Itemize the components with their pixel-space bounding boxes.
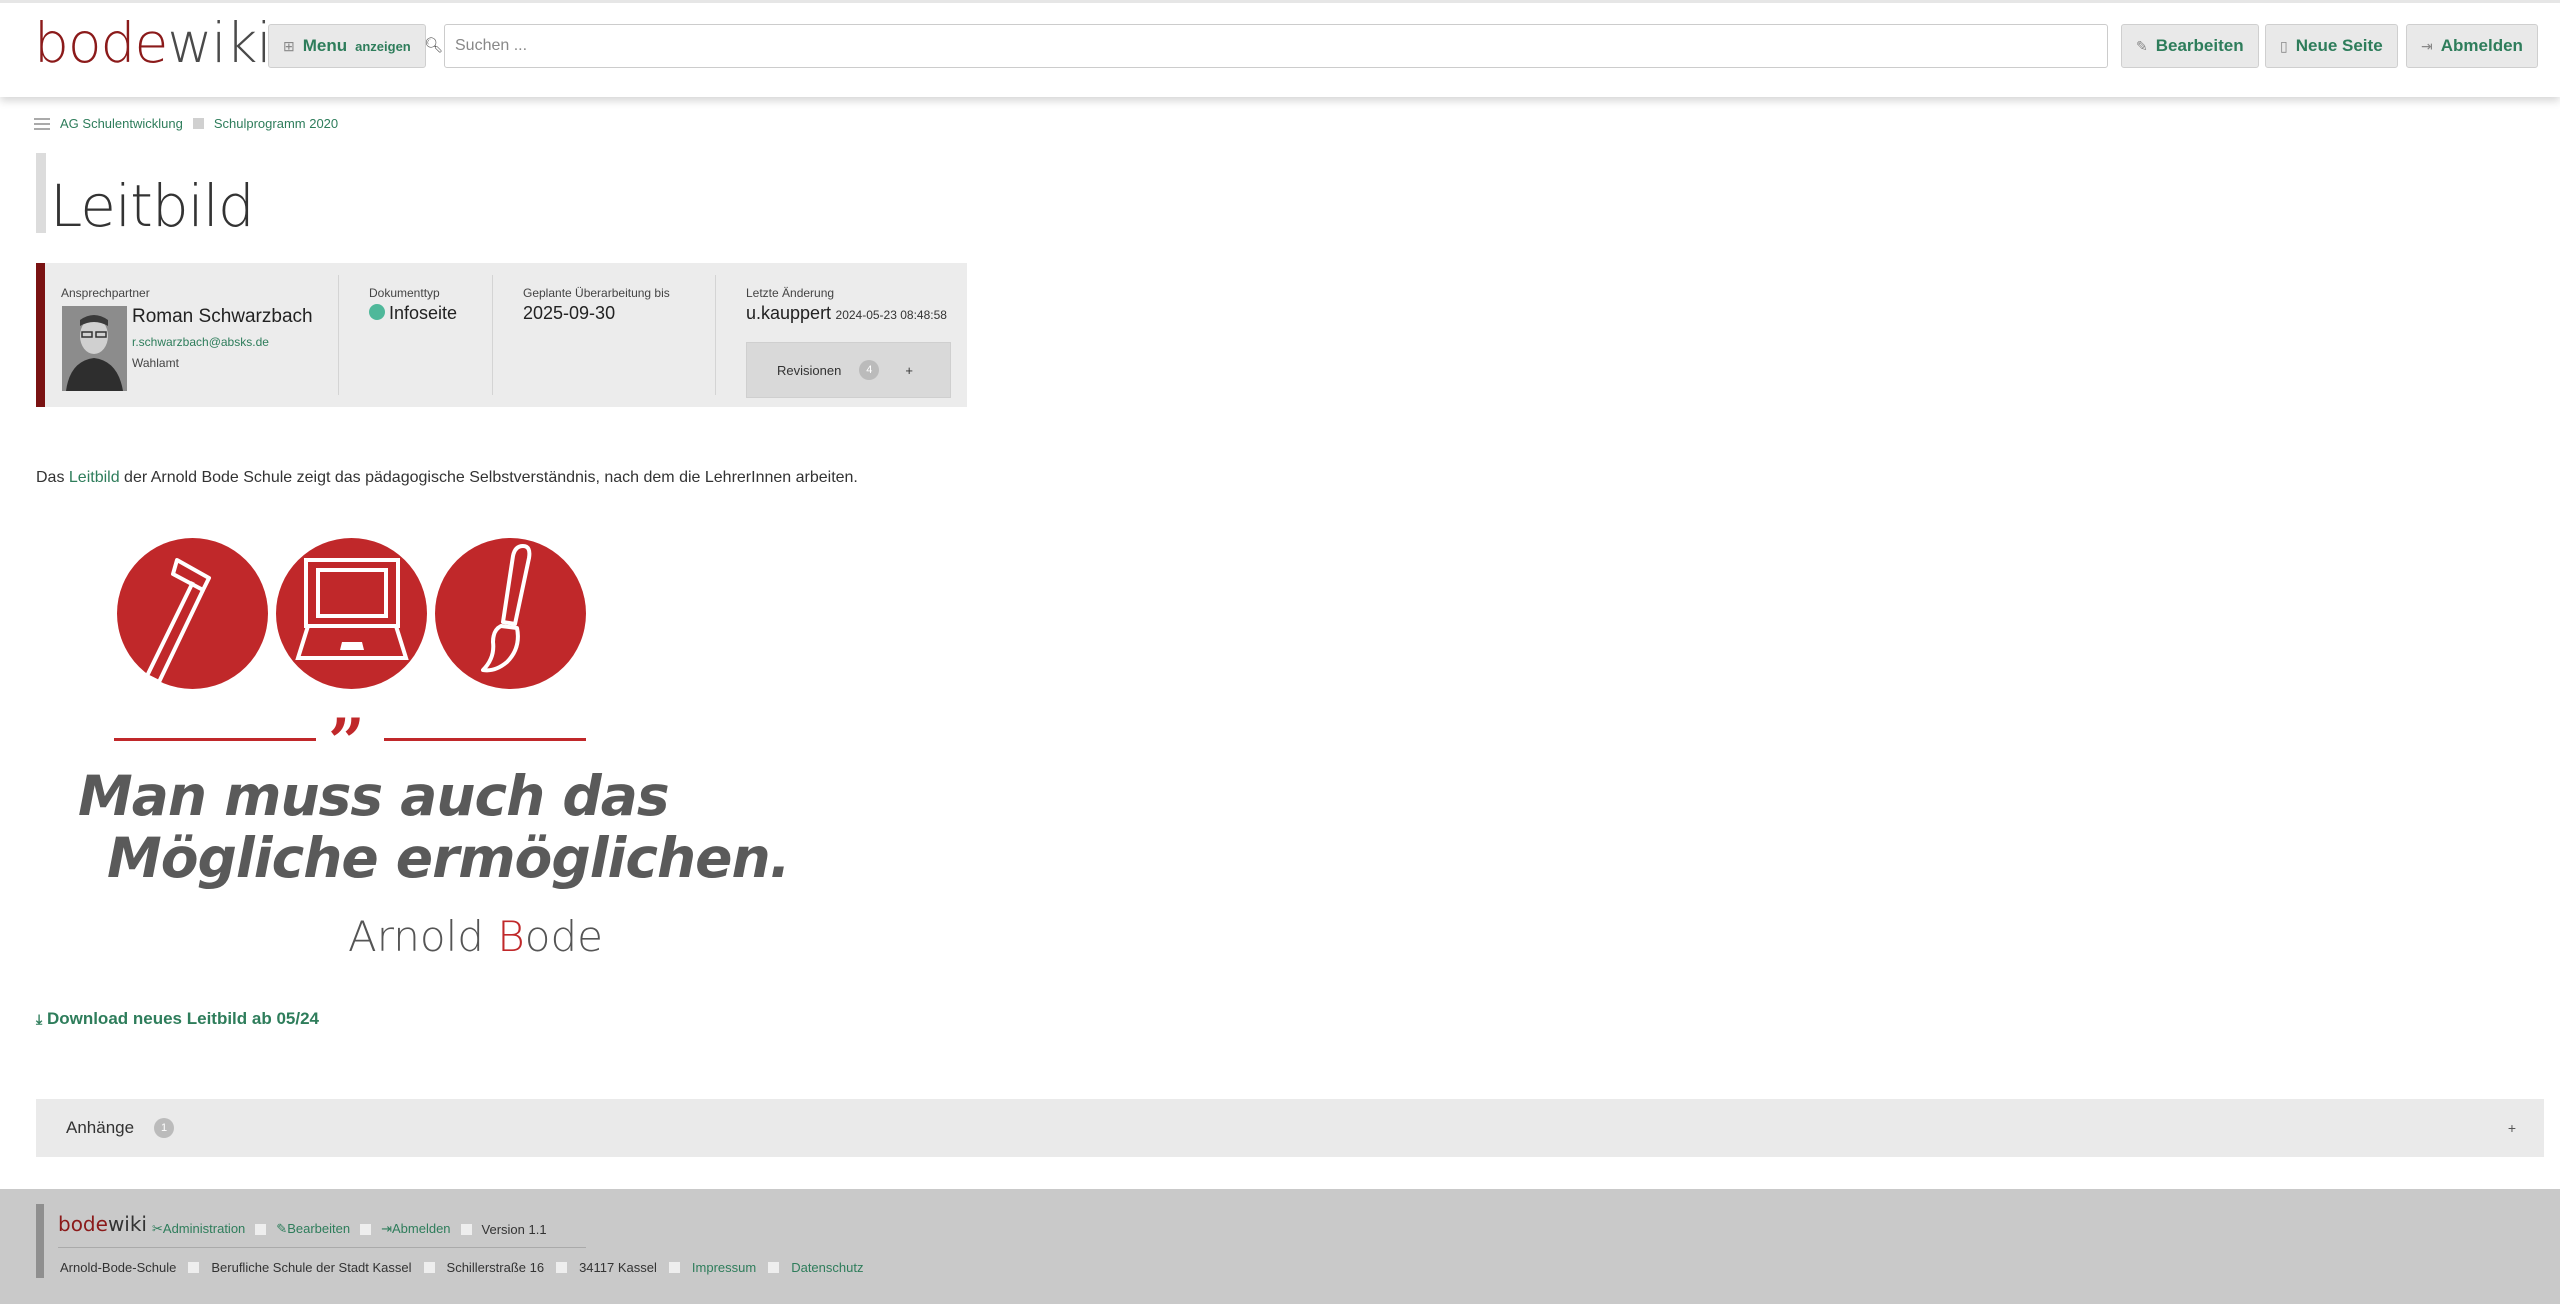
revisions-count-badge: 4	[859, 360, 880, 380]
edit-button[interactable]: ✎ Bearbeiten	[2121, 24, 2259, 68]
new-page-button[interactable]: ▯ Neue Seite	[2265, 24, 2398, 68]
separator-icon	[556, 1262, 568, 1273]
separator-icon	[360, 1223, 372, 1235]
review-label: Geplante Überarbeitung bis	[523, 286, 670, 300]
revisions-button[interactable]: Revisionen 4 +	[746, 342, 951, 398]
contact-role: Wahlamt	[132, 356, 179, 370]
school-type: Berufliche Schule der Stadt Kassel	[211, 1260, 412, 1275]
search-icon: 🔍︎	[424, 36, 444, 54]
datenschutz-link[interactable]: Datenschutz	[791, 1260, 863, 1275]
separator-icon	[423, 1262, 435, 1273]
top-navbar: bodewiki ⊞ Menu anzeigen 🔍︎ ✎ Bearbeiten…	[0, 0, 2560, 97]
attachments-count-badge: 1	[154, 1118, 175, 1138]
separator-icon	[668, 1262, 680, 1273]
search-input[interactable]	[444, 24, 2108, 68]
download-icon: ⤓	[36, 1011, 43, 1027]
edit-icon: ✎	[2136, 37, 2148, 54]
download-link[interactable]: ⤓ Download neues Leitbild ab 05/24	[36, 1009, 319, 1029]
sign-out-icon: ⇥	[2421, 37, 2433, 54]
file-icon: ▯	[2280, 37, 2288, 54]
expand-plus-icon[interactable]: +	[2508, 1120, 2516, 1136]
footer-link-logout[interactable]: ⇥Abmelden	[381, 1221, 450, 1237]
divider	[715, 275, 716, 395]
edit-icon: ✎	[276, 1221, 288, 1236]
school-city: 34117 Kassel	[579, 1260, 657, 1275]
footer-link-edit[interactable]: ✎Bearbeiten	[276, 1221, 350, 1237]
version-text: Version 1.1	[481, 1221, 547, 1237]
footer-link-administration[interactable]: ✂Administration	[152, 1221, 245, 1237]
divider	[338, 275, 339, 395]
separator-icon	[768, 1262, 780, 1273]
last-change-value: u.kauppert 2024-05-23 08:48:58	[746, 303, 947, 324]
footer-logo[interactable]: bodewiki	[58, 1212, 147, 1236]
plus-square-icon: ⊞	[283, 37, 295, 54]
doctype-value: Infoseite	[369, 303, 457, 324]
hamburger-icon[interactable]	[34, 117, 50, 130]
footer-links: ✂Administration ✎Bearbeiten ⇥Abmelden Ve…	[152, 1221, 547, 1237]
last-change-user: u.kauppert	[746, 303, 832, 323]
separator-icon	[188, 1262, 200, 1273]
footer-address: Arnold-Bode-Schule Berufliche Schule der…	[60, 1260, 863, 1275]
menu-button[interactable]: ⊞ Menu anzeigen	[268, 24, 426, 68]
impressum-link[interactable]: Impressum	[692, 1260, 756, 1275]
hammer-icon	[117, 538, 268, 689]
logout-button[interactable]: ⇥ Abmelden	[2406, 24, 2538, 68]
footer-accent-bar	[36, 1204, 44, 1278]
page-title: Leitbild	[50, 172, 255, 240]
doctype-label: Dokumenttyp	[369, 286, 440, 300]
school-street: Schillerstraße 16	[446, 1260, 545, 1275]
contact-label: Ansprechpartner	[61, 286, 150, 300]
contact-name: Roman Schwarzbach	[132, 306, 313, 327]
breadcrumb-item[interactable]: AG Schulentwicklung	[60, 116, 183, 131]
tools-icon: ✂	[152, 1221, 163, 1236]
expand-plus-icon: +	[905, 362, 913, 378]
separator-icon	[460, 1223, 472, 1235]
avatar	[62, 306, 127, 391]
intro-text: Das Leitbild der Arnold Bode Schule zeig…	[36, 469, 858, 486]
info-icon	[369, 304, 385, 321]
last-change-label: Letzte Änderung	[746, 286, 835, 300]
attachments-panel[interactable]: Anhänge 1 +	[36, 1099, 2544, 1157]
sign-out-icon: ⇥	[381, 1221, 392, 1236]
review-date: 2025-09-30	[523, 303, 616, 323]
site-logo[interactable]: bodewiki	[34, 13, 272, 73]
leitbild-link[interactable]: Leitbild	[69, 469, 120, 486]
title-accent-bar	[36, 153, 46, 233]
attachments-label: Anhänge	[66, 1118, 135, 1137]
quote-line: Man muss auch das	[78, 764, 670, 828]
divider	[492, 275, 493, 395]
divider-line	[384, 738, 586, 741]
laptop-icon	[276, 538, 427, 689]
contact-email[interactable]: r.schwarzbach@absks.de	[132, 335, 269, 349]
last-change-date: 2024-05-23 08:48:58	[835, 308, 947, 322]
quote-line: Mögliche ermöglichen.	[107, 826, 791, 890]
divider-line	[114, 738, 316, 741]
school-name: Arnold-Bode-Schule	[60, 1260, 177, 1275]
separator-icon	[255, 1223, 267, 1235]
breadcrumb-item[interactable]: Schulprogramm 2020	[214, 116, 338, 131]
separator-icon	[192, 118, 204, 129]
breadcrumb: AG Schulentwicklung Schulprogramm 2020	[34, 116, 338, 131]
paintbrush-icon	[435, 538, 586, 689]
quote-author: Arnold Bode	[348, 912, 603, 961]
footer-divider	[58, 1247, 586, 1248]
